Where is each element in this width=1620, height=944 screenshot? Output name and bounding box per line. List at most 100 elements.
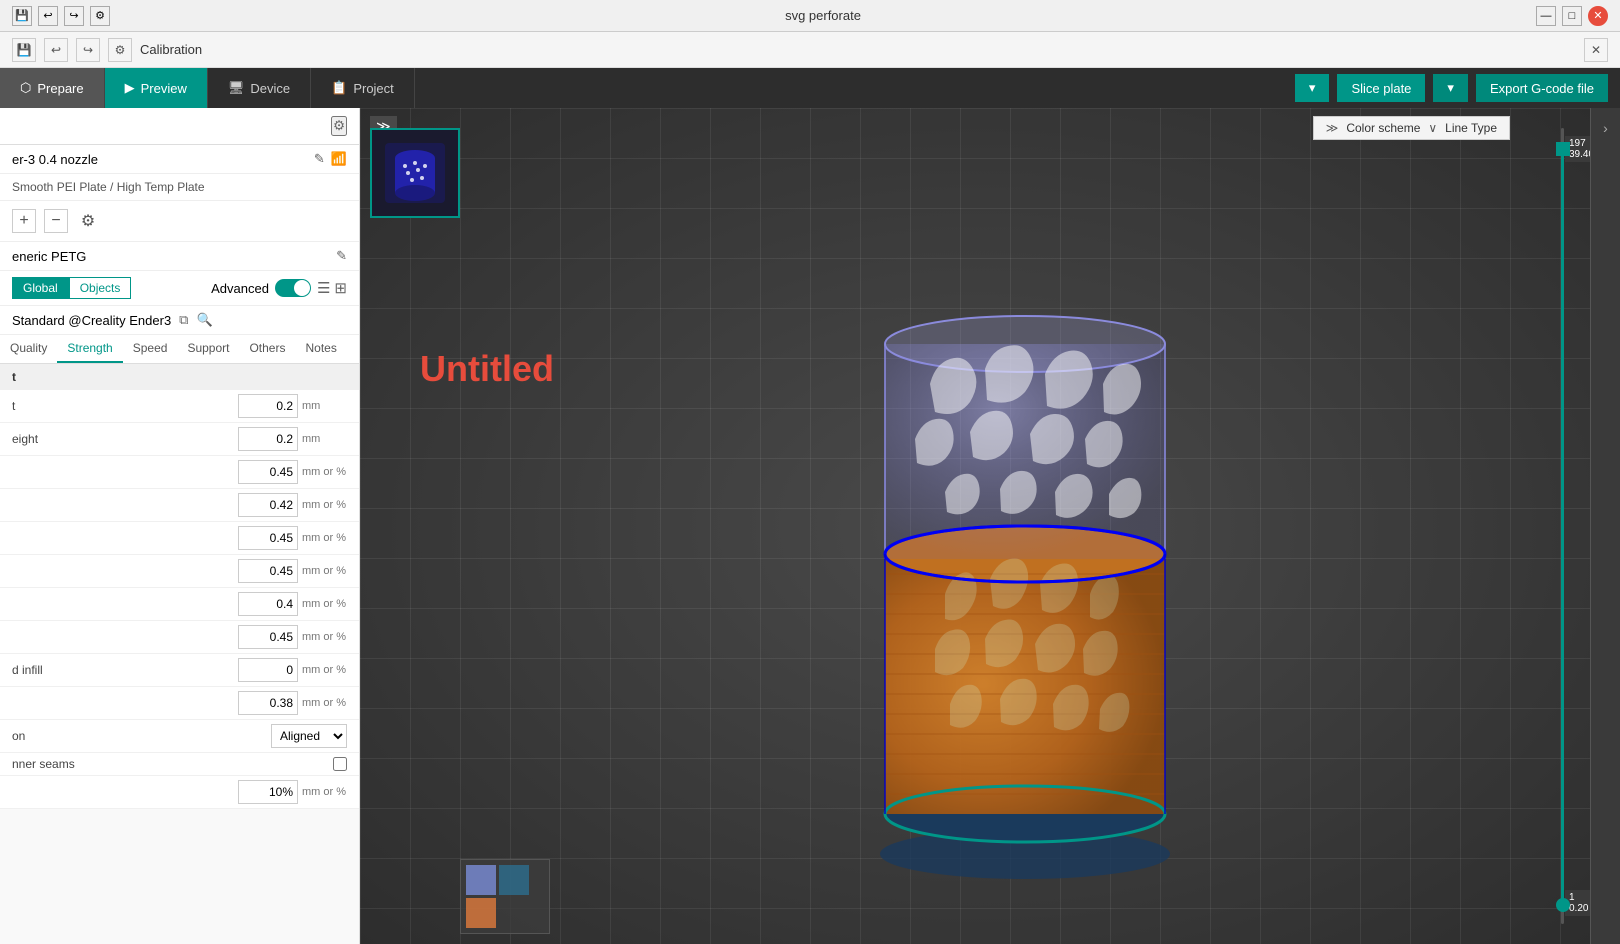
- remove-btn[interactable]: −: [44, 209, 68, 233]
- tab-quality[interactable]: Quality: [0, 335, 57, 363]
- profile-search-icon[interactable]: 🔍: [196, 312, 212, 328]
- tab-notes[interactable]: Notes: [295, 335, 346, 363]
- viewport: ≫ ≫ Color scheme ∨ Line Type: [360, 108, 1590, 944]
- slice-dropdown-btn[interactable]: ▾: [1295, 74, 1330, 102]
- layer-slider[interactable]: 197 39.40 1 0.20: [1551, 128, 1575, 924]
- tab-strength[interactable]: Strength: [57, 335, 122, 363]
- param-unit-3: mm or %: [302, 499, 347, 511]
- mini-map: [460, 859, 550, 934]
- redo-title-btn[interactable]: ↪: [64, 6, 84, 26]
- model-svg: [815, 284, 1235, 884]
- param-label-1: eight: [12, 432, 238, 446]
- device-icon: 🖥: [228, 80, 245, 96]
- param-input-1[interactable]: [238, 427, 298, 451]
- checkbox-label: nner seams: [12, 757, 75, 771]
- tab-support[interactable]: Support: [177, 335, 239, 363]
- param-unit-5: mm or %: [302, 565, 347, 577]
- calibration-label: Calibration: [140, 42, 202, 57]
- param-input-6[interactable]: [238, 592, 298, 616]
- left-panel: ⚙ er-3 0.4 nozzle ✎ 📶 Smooth PEI Plate /…: [0, 108, 360, 944]
- undo-title-btn[interactable]: ↩: [38, 6, 58, 26]
- param-unit-4: mm or %: [302, 532, 347, 544]
- panel-gear-btn[interactable]: ⚙: [331, 116, 347, 136]
- profile-copy-icon[interactable]: ⧉: [179, 312, 188, 328]
- param-row-9: mm or %: [0, 687, 359, 720]
- color-scheme-label: Color scheme: [1346, 121, 1420, 135]
- save-btn[interactable]: 💾: [12, 38, 36, 62]
- redo-btn[interactable]: ↪: [76, 38, 100, 62]
- percent-row: mm or %: [0, 776, 359, 809]
- param-row-0: t mm: [0, 390, 359, 423]
- advanced-toggle[interactable]: [275, 279, 311, 297]
- param-input-8[interactable]: [238, 658, 298, 682]
- prepare-icon: ⬡: [20, 80, 31, 96]
- grid-icon[interactable]: ⊞: [334, 279, 347, 297]
- percent-input[interactable]: [238, 780, 298, 804]
- tab-device[interactable]: 🖥 Device: [208, 68, 311, 108]
- profile-row: Standard @Creality Ender3 ⧉ 🔍: [0, 306, 359, 335]
- nozzle-wifi-icon[interactable]: 📶: [331, 151, 347, 167]
- second-close-btn[interactable]: ✕: [1584, 38, 1608, 62]
- export-dropdown-btn[interactable]: ▾: [1433, 74, 1468, 102]
- panel-header: ⚙: [0, 108, 359, 145]
- objects-btn[interactable]: Objects: [69, 277, 132, 299]
- right-collapse-btn[interactable]: ›: [1594, 116, 1618, 140]
- tab-preview[interactable]: ▶ Preview: [105, 68, 208, 108]
- viewport-title: Untitled: [420, 348, 554, 390]
- seam-select[interactable]: Aligned Random Rear: [271, 724, 347, 748]
- slice-plate-btn[interactable]: Slice plate: [1337, 74, 1425, 102]
- param-label-0: t: [12, 399, 238, 413]
- param-input-9[interactable]: [238, 691, 298, 715]
- nozzle-label: er-3 0.4 nozzle: [12, 152, 98, 167]
- main-layout: ⚙ er-3 0.4 nozzle ✎ 📶 Smooth PEI Plate /…: [0, 108, 1620, 944]
- lock-title-btn[interactable]: ⚙: [90, 6, 110, 26]
- tab-others[interactable]: Others: [239, 335, 295, 363]
- seam-checkbox[interactable]: [333, 757, 347, 771]
- color-scheme-arrow[interactable]: ≫: [1326, 121, 1339, 135]
- param-input-5[interactable]: [238, 559, 298, 583]
- tab-prepare[interactable]: ⬡ Prepare: [0, 68, 105, 108]
- save-title-btn[interactable]: 💾: [12, 6, 32, 26]
- param-input-3[interactable]: [238, 493, 298, 517]
- export-dropdown-arrow: ▾: [1447, 80, 1454, 96]
- maximize-btn[interactable]: □: [1562, 6, 1582, 26]
- param-unit-0: mm: [302, 400, 347, 412]
- minimize-btn[interactable]: —: [1536, 6, 1556, 26]
- export-gcode-btn[interactable]: Export G-code file: [1476, 74, 1608, 102]
- tab-bar: ⬡ Prepare ▶ Preview 🖥 Device 📋 Project ▾…: [0, 68, 1620, 108]
- add-settings-btn[interactable]: ⚙: [76, 209, 100, 233]
- advanced-label: Advanced: [211, 281, 269, 296]
- global-btn[interactable]: Global: [12, 277, 69, 299]
- material-edit-icon[interactable]: ✎: [336, 248, 347, 264]
- thumbnail-panel: [370, 128, 460, 218]
- tab-project[interactable]: 📋 Project: [311, 68, 415, 108]
- param-input-2[interactable]: [238, 460, 298, 484]
- thumbnail-0[interactable]: [370, 128, 460, 218]
- param-unit-2: mm or %: [302, 466, 347, 478]
- close-btn[interactable]: ✕: [1588, 6, 1608, 26]
- nozzle-edit-icon[interactable]: ✎: [314, 151, 325, 167]
- mini-map-svg: [461, 860, 551, 935]
- param-unit-1: mm: [302, 433, 347, 445]
- list-icon[interactable]: ☰: [317, 279, 330, 297]
- param-section: t: [0, 364, 359, 390]
- tab-speed[interactable]: Speed: [123, 335, 178, 363]
- param-input-0[interactable]: [238, 394, 298, 418]
- param-row-6: mm or %: [0, 588, 359, 621]
- second-bar: 💾 ↩ ↪ ⚙ Calibration ✕: [0, 32, 1620, 68]
- param-row-8: d infill mm or %: [0, 654, 359, 687]
- param-input-4[interactable]: [238, 526, 298, 550]
- add-btn[interactable]: +: [12, 209, 36, 233]
- line-type-arrow[interactable]: ∨: [1428, 121, 1437, 135]
- seam-row: on Aligned Random Rear: [0, 720, 359, 753]
- slice-dropdown-arrow: ▾: [1309, 80, 1316, 96]
- param-input-7[interactable]: [238, 625, 298, 649]
- material-row: eneric PETG ✎: [0, 242, 359, 271]
- settings-btn[interactable]: ⚙: [108, 38, 132, 62]
- param-row-1: eight mm: [0, 423, 359, 456]
- checkbox-row: nner seams: [0, 753, 359, 776]
- undo-btn[interactable]: ↩: [44, 38, 68, 62]
- param-row-5: mm or %: [0, 555, 359, 588]
- color-scheme-bar: ≫ Color scheme ∨ Line Type: [1313, 116, 1510, 140]
- nozzle-row: er-3 0.4 nozzle ✎ 📶: [0, 145, 359, 174]
